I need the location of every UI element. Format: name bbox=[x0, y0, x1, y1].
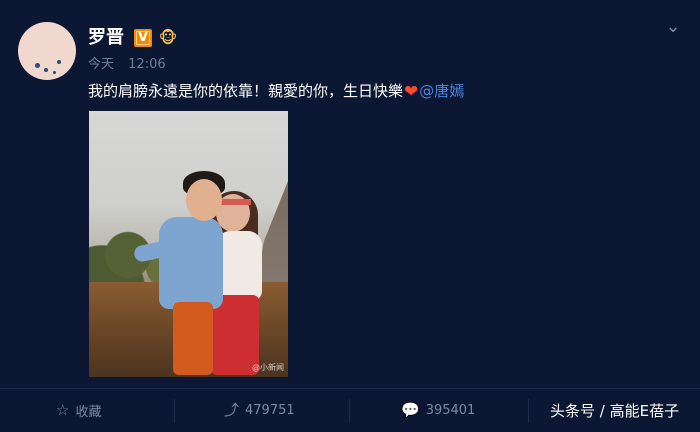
name-row: 罗晋 V 🐵 bbox=[88, 26, 178, 50]
avatar-dot bbox=[35, 63, 40, 68]
post-time[interactable]: 12:06 bbox=[128, 57, 165, 72]
star-icon: ☆ bbox=[56, 400, 70, 419]
verified-icon: V bbox=[134, 29, 152, 47]
repost-count: 479751 bbox=[245, 402, 295, 418]
avatar-dot bbox=[57, 60, 61, 64]
author-name[interactable]: 罗晋 bbox=[88, 26, 124, 50]
post-day: 今天 bbox=[88, 57, 115, 72]
action-divider bbox=[174, 399, 175, 423]
photo-boy-sweater bbox=[159, 217, 223, 309]
source-watermark: 头条号 / 高能E蓓子 bbox=[550, 402, 680, 420]
photo-boy-legs bbox=[173, 302, 213, 375]
avatar[interactable] bbox=[18, 22, 76, 80]
photo-boy-head bbox=[186, 179, 222, 221]
photo-watermark: @小新闻 bbox=[252, 363, 284, 372]
mention-link[interactable]: @唐嫣 bbox=[419, 82, 464, 100]
avatar-dot bbox=[44, 68, 48, 72]
repost-button[interactable]: ⤴ 479751 bbox=[224, 397, 295, 423]
chevron-down-icon[interactable]: ⌄ bbox=[664, 18, 682, 36]
comment-button[interactable]: 💬 395401 bbox=[401, 397, 475, 423]
action-divider bbox=[528, 399, 529, 423]
member-badge-icon: 🐵 bbox=[158, 28, 178, 47]
favorite-button[interactable]: ☆ 收藏 bbox=[56, 397, 101, 423]
post-text-body: 我的肩膀永遠是你的依靠！親愛的你，生日快樂 bbox=[88, 82, 404, 100]
post-meta: 今天 12:06 bbox=[88, 56, 166, 74]
action-divider bbox=[349, 399, 350, 423]
comment-count: 395401 bbox=[425, 402, 476, 418]
weibo-post: 罗晋 V 🐵 今天 12:06 ⌄ 我的肩膀永遠是你的依靠！親愛的你，生日快樂❤… bbox=[0, 0, 700, 432]
avatar-dot bbox=[53, 71, 56, 74]
post-photo[interactable]: @小新闻 bbox=[89, 111, 288, 377]
comment-icon: 💬 bbox=[401, 400, 420, 419]
share-icon: ⤴ bbox=[224, 400, 240, 419]
favorite-label: 收藏 bbox=[75, 404, 102, 420]
heart-icon: ❤ bbox=[404, 82, 419, 102]
post-text: 我的肩膀永遠是你的依靠！親愛的你，生日快樂❤@唐嫣 bbox=[88, 80, 464, 103]
